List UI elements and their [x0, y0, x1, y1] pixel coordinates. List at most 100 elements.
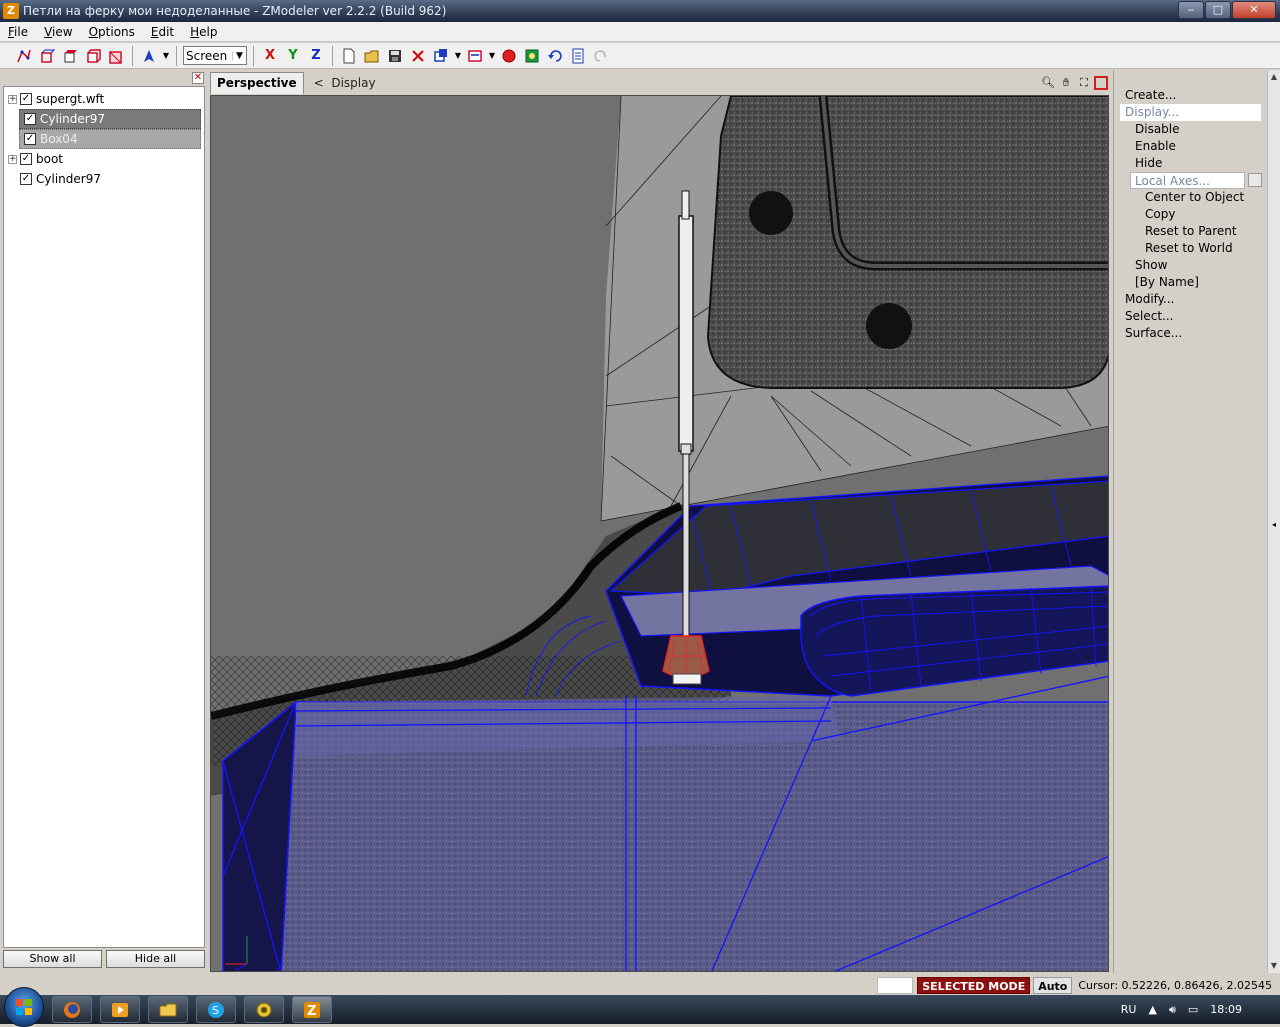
cmd-show[interactable]: Show — [1135, 257, 1167, 274]
toolbar-separator — [332, 45, 333, 66]
app-taskbar-icon[interactable] — [244, 996, 284, 1023]
render-icon[interactable] — [499, 46, 519, 66]
pointer-icon[interactable] — [139, 46, 159, 66]
clock[interactable]: 18:09 — [1210, 1003, 1242, 1016]
zmodeler-app-icon: Z — [3, 3, 19, 19]
show-all-button[interactable]: Show all — [3, 950, 102, 968]
menu-help[interactable]: Help — [182, 25, 225, 39]
cmd-center-to-object[interactable]: Center to Object — [1145, 189, 1244, 206]
save-icon[interactable] — [385, 46, 405, 66]
redo-icon[interactable] — [591, 46, 611, 66]
pan-hand-icon[interactable]: ✋︎ — [1058, 75, 1074, 91]
scroll-up-icon[interactable]: ▲ — [1268, 70, 1280, 84]
media-player-taskbar-icon[interactable] — [100, 996, 140, 1023]
delete-icon[interactable] — [408, 46, 428, 66]
tree-item-supergt[interactable]: + ✓ supergt.wft — [4, 89, 204, 109]
language-indicator[interactable]: RU — [1121, 1003, 1137, 1016]
cmd-create[interactable]: Create... — [1125, 87, 1176, 104]
start-button[interactable] — [4, 986, 44, 1027]
object-mode-icon[interactable] — [83, 46, 103, 66]
svg-text:S: S — [212, 1004, 219, 1017]
toolbar-separator — [132, 45, 133, 66]
scroll-grip-icon[interactable]: ◂ — [1268, 520, 1280, 529]
undo-history-dropdown-icon[interactable]: ▼ — [488, 51, 496, 60]
tree-item-boot[interactable]: + ✓ boot — [4, 149, 204, 169]
skype-taskbar-icon[interactable]: S — [196, 996, 236, 1023]
menu-view[interactable]: View — [36, 25, 80, 39]
maximize-viewport-icon[interactable] — [1094, 76, 1108, 90]
cmd-reset-to-world[interactable]: Reset to World — [1145, 240, 1233, 257]
cmd-disable[interactable]: Disable — [1135, 121, 1180, 138]
cmd-local-axes[interactable]: Local Axes... — [1130, 172, 1245, 189]
menu-edit-label: dit — [158, 24, 175, 39]
scroll-down-icon[interactable]: ▼ — [1268, 959, 1280, 973]
menu-edit[interactable]: Edit — [143, 25, 182, 39]
cmd-copy[interactable]: Copy — [1145, 206, 1175, 223]
visibility-checkbox[interactable]: ✓ — [24, 133, 36, 145]
expand-plus-icon[interactable]: + — [8, 154, 17, 164]
coord-system-select[interactable]: Screen ▼ — [183, 46, 247, 65]
cmd-surface[interactable]: Surface... — [1125, 325, 1182, 342]
copy-objects-icon[interactable] — [431, 46, 451, 66]
pointer-dropdown-icon[interactable]: ▼ — [162, 51, 170, 60]
cmd-modify[interactable]: Modify... — [1125, 291, 1175, 308]
vertex-mode-icon[interactable] — [14, 46, 34, 66]
firefox-taskbar-icon[interactable] — [52, 996, 92, 1023]
network-icon[interactable]: ▭ — [1188, 1003, 1198, 1016]
menu-options[interactable]: Options — [81, 25, 143, 39]
explorer-taskbar-icon[interactable] — [148, 996, 188, 1023]
tree-item-box04[interactable]: ✓ Box04 — [19, 129, 201, 149]
axis-z-toggle[interactable]: Z — [306, 46, 326, 66]
volume-icon[interactable]: 🔊︎ — [1169, 1003, 1176, 1017]
tree-item-cylinder97[interactable]: ✓ Cylinder97 — [4, 169, 204, 189]
panel-close-icon[interactable]: ✕ — [192, 72, 204, 84]
cmd-enable[interactable]: Enable — [1135, 138, 1176, 155]
breadcrumb-back-arrow[interactable]: < — [314, 76, 324, 90]
title-bar: Z Петли на ферку мои недоделанные - ZMod… — [0, 0, 1280, 22]
close-button[interactable]: ✕ — [1232, 1, 1276, 19]
visibility-checkbox[interactable]: ✓ — [24, 113, 36, 125]
svg-text:Z: Z — [307, 1004, 316, 1019]
auto-toggle[interactable]: Auto — [1033, 976, 1073, 994]
edge-mode-icon[interactable] — [37, 46, 57, 66]
local-axes-options-box[interactable] — [1248, 173, 1262, 187]
maximize-button[interactable]: □ — [1205, 1, 1231, 19]
scene-render — [211, 96, 1108, 971]
cmd-display[interactable]: Display... — [1120, 104, 1261, 121]
axis-y-toggle[interactable]: Y — [283, 46, 303, 66]
open-folder-icon[interactable] — [362, 46, 382, 66]
zmodeler-taskbar-icon[interactable]: Z — [292, 996, 332, 1023]
face-mode-icon[interactable] — [60, 46, 80, 66]
materials-icon[interactable] — [522, 46, 542, 66]
visibility-checkbox[interactable]: ✓ — [20, 93, 32, 105]
cmd-by-name[interactable]: [By Name] — [1135, 274, 1199, 291]
menu-file[interactable]: File — [0, 25, 36, 39]
hierarchy-mode-icon[interactable] — [106, 46, 126, 66]
3d-viewport[interactable] — [210, 95, 1109, 972]
zoom-extents-icon[interactable]: ⛶ — [1076, 75, 1092, 91]
axis-x-toggle[interactable]: X — [260, 46, 280, 66]
cmd-reset-to-parent[interactable]: Reset to Parent — [1145, 223, 1237, 240]
windows-logo-icon — [16, 998, 32, 1015]
expand-plus-icon[interactable]: + — [8, 94, 17, 104]
show-hidden-icons-icon[interactable]: ▲ — [1148, 1003, 1156, 1016]
properties-icon[interactable] — [568, 46, 588, 66]
toolbar-separator — [253, 45, 254, 66]
undo-icon[interactable] — [545, 46, 565, 66]
breadcrumb[interactable]: < Display — [314, 76, 376, 90]
new-file-icon[interactable] — [339, 46, 359, 66]
cmd-select[interactable]: Select... — [1125, 308, 1173, 325]
cmd-hide[interactable]: Hide — [1135, 155, 1162, 172]
selection-mode-indicator[interactable]: SELECTED MODE — [917, 976, 1031, 994]
hide-all-button[interactable]: Hide all — [106, 950, 205, 968]
visibility-checkbox[interactable]: ✓ — [20, 153, 32, 165]
minimize-button[interactable]: ‒ — [1178, 1, 1204, 19]
command-panel-scrollbar[interactable]: ▲ ◂ ▼ — [1267, 70, 1280, 973]
tab-perspective[interactable]: Perspective — [210, 72, 304, 94]
tree-item-cylinder97-selected[interactable]: ✓ Cylinder97 — [19, 109, 201, 129]
undo-history-icon[interactable] — [465, 46, 485, 66]
copy-dropdown-icon[interactable]: ▼ — [454, 51, 462, 60]
visibility-checkbox[interactable]: ✓ — [20, 173, 32, 185]
menu-view-label: iew — [52, 24, 73, 39]
zoom-icon[interactable]: 🔍︎ — [1040, 75, 1056, 91]
